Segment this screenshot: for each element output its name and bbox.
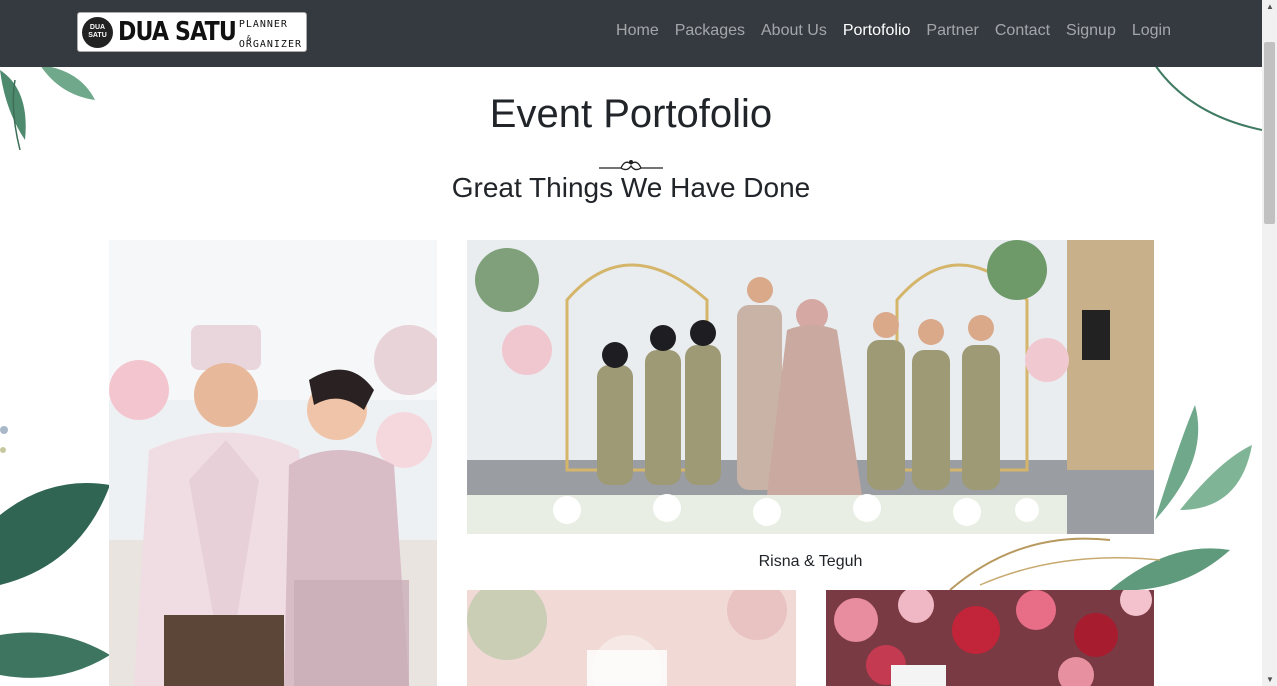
top-navbar: DUA SATU DUA SATU PLANNER & ORGANIZER Hom… bbox=[0, 0, 1262, 67]
section-subtitle: Great Things We Have Done bbox=[451, 172, 811, 203]
brand-name: DUA SATU bbox=[118, 17, 237, 47]
nav-links: Home Packages About Us Portofolio Partne… bbox=[608, 22, 1179, 40]
nav-contact[interactable]: Contact bbox=[987, 22, 1058, 40]
nav-portofolio[interactable]: Portofolio bbox=[835, 22, 919, 40]
nav-login[interactable]: Login bbox=[1124, 22, 1179, 40]
portfolio-photo-group[interactable] bbox=[467, 240, 1154, 534]
nav-partner[interactable]: Partner bbox=[918, 22, 986, 40]
scrollbar-thumb[interactable] bbox=[1264, 42, 1275, 224]
flowers-photo-image bbox=[826, 590, 1154, 686]
leaf-decoration-left bbox=[0, 426, 110, 678]
nav-signup[interactable]: Signup bbox=[1058, 22, 1124, 40]
page-title: Event Portofolio bbox=[489, 92, 773, 136]
brand-tagline: PLANNER & ORGANIZER bbox=[238, 19, 302, 50]
nav-packages[interactable]: Packages bbox=[667, 22, 753, 40]
nav-about-us[interactable]: About Us bbox=[753, 22, 835, 40]
decor-photo-image bbox=[467, 590, 796, 686]
scroll-down-arrow-icon[interactable]: ▼ bbox=[1266, 675, 1274, 684]
scroll-up-arrow-icon[interactable]: ▲ bbox=[1266, 2, 1274, 11]
nav-home[interactable]: Home bbox=[608, 22, 667, 40]
brand-logo-emblem: DUA SATU bbox=[82, 16, 113, 48]
group-photo-image bbox=[467, 240, 1154, 534]
brand-logo[interactable]: DUA SATU DUA SATU PLANNER & ORGANIZER bbox=[77, 12, 307, 52]
couple-photo-image bbox=[109, 240, 437, 686]
vertical-scrollbar[interactable]: ▲ ▼ bbox=[1262, 0, 1277, 686]
portfolio-photo-decor[interactable] bbox=[467, 590, 796, 686]
portfolio-photo-flowers[interactable] bbox=[826, 590, 1154, 686]
portfolio-caption-risna-teguh: Risna & Teguh bbox=[758, 553, 863, 570]
portfolio-photo-couple[interactable] bbox=[109, 240, 437, 686]
